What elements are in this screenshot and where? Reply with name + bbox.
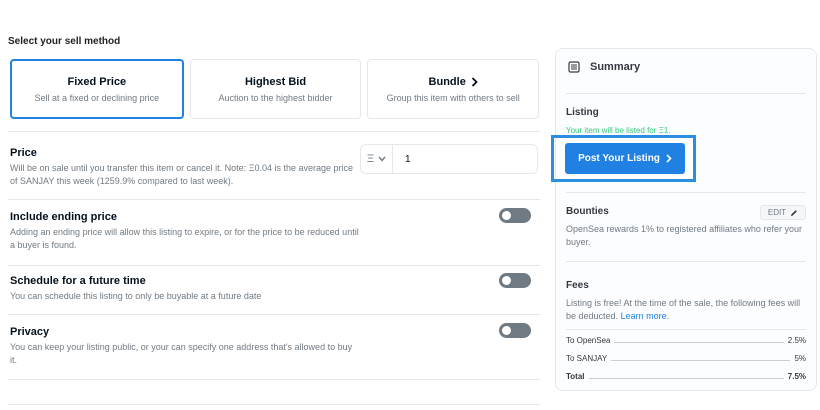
listing-note: Your item will be listed for Ξ1. xyxy=(566,126,671,135)
divider xyxy=(8,404,540,405)
fees-title: Fees xyxy=(566,280,589,291)
fee-row: To OpenSea 2.5% xyxy=(566,336,806,345)
divider xyxy=(8,314,540,315)
ending-price-toggle[interactable] xyxy=(499,208,531,223)
price-input[interactable] xyxy=(393,145,537,173)
fee-row-total: Total 7.5% xyxy=(566,372,806,381)
fee-value: 2.5% xyxy=(787,336,806,345)
privacy-toggle[interactable] xyxy=(499,323,531,338)
divider xyxy=(566,329,806,330)
bounties-title: Bounties xyxy=(566,206,609,217)
divider xyxy=(8,131,540,132)
pencil-icon xyxy=(791,209,797,216)
price-field: Ξ xyxy=(360,144,538,174)
divider xyxy=(8,265,540,266)
summary-title: Summary xyxy=(590,61,641,73)
fee-row: To SANJAY 5% xyxy=(566,354,806,363)
listing-title: Listing xyxy=(566,107,599,118)
summary-list-icon xyxy=(568,61,580,73)
method-fixed-price-subtitle: Sell at a fixed or declining price xyxy=(34,92,160,103)
privacy-description: You can keep your listing public, or you… xyxy=(10,342,353,365)
method-bundle-subtitle: Group this item with others to sell xyxy=(386,92,520,103)
ethereum-icon: Ξ xyxy=(366,153,375,165)
fee-value: 5% xyxy=(794,354,806,363)
chevron-down-icon xyxy=(378,156,386,162)
post-listing-label: Post Your Listing xyxy=(578,153,660,164)
edit-label: EDIT xyxy=(767,208,787,217)
schedule-toggle[interactable] xyxy=(499,273,531,288)
learn-more-link[interactable]: Learn more. xyxy=(621,311,670,321)
summary-panel: Summary Listing Your item will be listed… xyxy=(551,48,817,391)
method-fixed-price-title: Fixed Price xyxy=(67,75,127,88)
schedule-description: You can schedule this listing to only be… xyxy=(10,291,262,301)
fees-text: Listing is free! At the time of the sale… xyxy=(566,297,810,323)
divider xyxy=(566,261,806,262)
divider xyxy=(8,199,540,200)
schedule-title: Schedule for a future time xyxy=(10,275,146,287)
divider xyxy=(8,379,540,380)
fees-description: Listing is free! At the time of the sale… xyxy=(566,298,801,321)
ending-price-description: Adding an ending price will allow this l… xyxy=(10,227,359,250)
currency-select[interactable]: Ξ xyxy=(361,145,393,173)
ending-price-title: Include ending price xyxy=(10,211,117,223)
edit-bounties-button[interactable]: EDIT xyxy=(760,205,806,220)
method-bundle[interactable]: Bundle Group this item with others to se… xyxy=(367,59,540,119)
sell-method-options: Fixed Price Sell at a fixed or declining… xyxy=(10,59,540,119)
method-highest-bid-title: Highest Bid xyxy=(244,75,307,88)
sell-method-heading: Select your sell method xyxy=(8,36,121,47)
bounties-text: OpenSea rewards 1% to registered affilia… xyxy=(566,224,802,247)
method-highest-bid-subtitle: Auction to the highest bidder xyxy=(218,92,333,103)
price-description: Will be on sale until you transfer this … xyxy=(10,163,354,186)
method-bundle-title: Bundle xyxy=(428,75,466,88)
fee-label: To OpenSea xyxy=(566,336,611,345)
chevron-right-icon xyxy=(666,154,672,163)
divider xyxy=(566,192,806,193)
divider xyxy=(566,93,806,94)
fee-value: 7.5% xyxy=(787,372,806,381)
fee-label: To SANJAY xyxy=(566,354,608,363)
fee-label: Total xyxy=(566,372,585,381)
method-fixed-price[interactable]: Fixed Price Sell at a fixed or declining… xyxy=(10,59,184,119)
chevron-right-icon xyxy=(471,76,478,87)
post-listing-button[interactable]: Post Your Listing xyxy=(565,143,685,174)
privacy-title: Privacy xyxy=(10,326,50,338)
price-title: Price xyxy=(10,147,37,159)
method-highest-bid[interactable]: Highest Bid Auction to the highest bidde… xyxy=(189,59,362,119)
